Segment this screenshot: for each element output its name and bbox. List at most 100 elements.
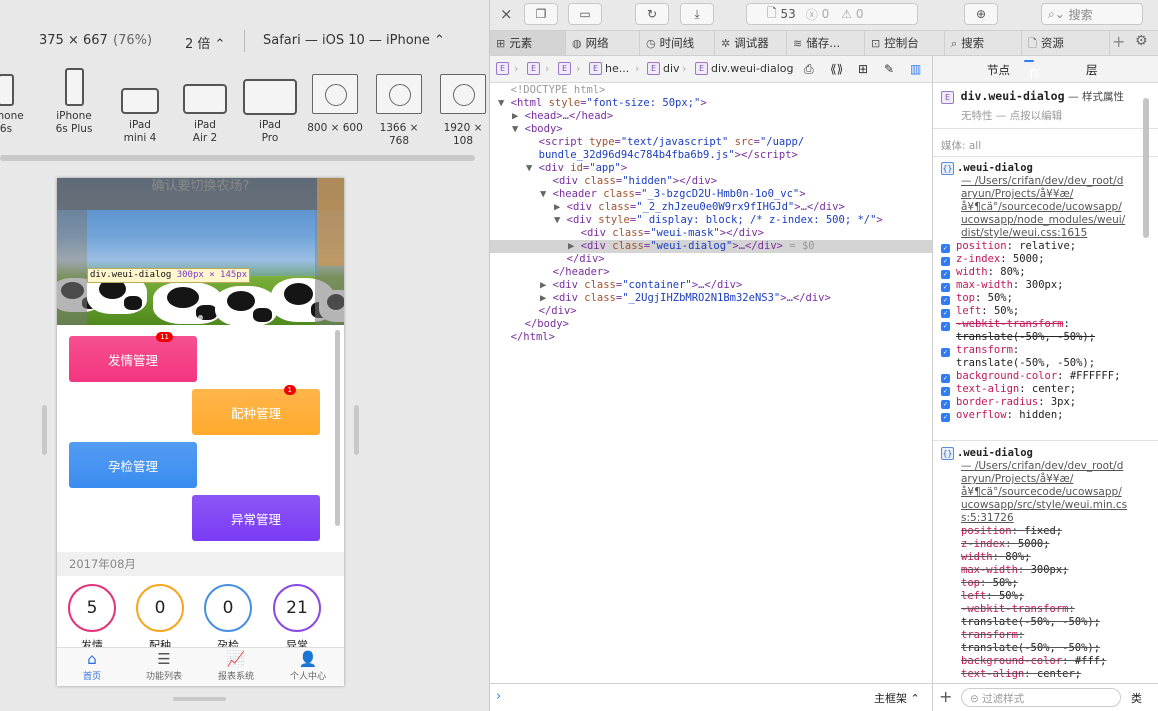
rule-source-link[interactable]: s:5:31726 [941,512,1127,525]
element-picker-button[interactable]: ⊕ [964,3,998,25]
dom-node[interactable]: ▶ <div class="_2_zhJzeu0e0W9rx9fIHGJd">…… [490,201,932,214]
style-property[interactable]: ✓ background-color: #FFFFFF; [941,370,1125,383]
search-field[interactable]: ⌕⌄ 搜索 [1041,3,1143,25]
grid-icon[interactable]: ⊞ [858,62,868,76]
checkbox-checked-icon[interactable]: ✓ [941,283,950,292]
rule-source-link[interactable]: — /Users/crifan/dev/dev_root/d [941,460,1127,473]
device-iphone-6s[interactable]: iPhone 6s [0,74,26,136]
disclosure-open-icon[interactable]: ▼ [526,162,539,174]
device-1366x768[interactable]: 1366 × 768 [370,74,428,148]
style-property[interactable]: transform: translate(-50%, -50%); [941,629,1127,655]
paintbrush-icon[interactable]: ✎ [884,62,894,76]
tab-debugger[interactable]: ✲ 调试器 [715,31,787,55]
style-property[interactable]: max-width: 300px; [941,564,1127,577]
dom-node-selected[interactable]: ▶ <div class="weui-dialog">…</div> = $0 [490,240,932,253]
carousel-dot[interactable] [189,315,194,320]
disclosure-open-icon[interactable]: ▼ [512,123,525,135]
device-ipad-pro[interactable]: iPad Pro [242,74,298,145]
dom-node[interactable]: </div> [490,253,932,266]
tab-search[interactable]: ⌕ 搜索 [945,31,1022,55]
dom-node[interactable]: ▼ <html style="font-size: 50px;"> [490,97,932,110]
stat-breeding[interactable]: 0 配种 [134,584,186,653]
carousel-dot[interactable] [180,315,185,320]
style-property[interactable]: ✓ overflow: hidden; [941,409,1125,422]
device-iphone-6s-plus[interactable]: iPhone 6s Plus [54,68,94,136]
checkbox-checked-icon[interactable]: ✓ [941,257,950,266]
device-ipad-mini-4[interactable]: iPad mini 4 [119,74,161,145]
tab-reports[interactable]: 📈 报表系统 [201,650,271,682]
weui-dialog-highlight[interactable] [87,210,317,276]
style-property[interactable]: left: 50%; [941,590,1127,603]
device-1920x1080[interactable]: 1920 × 108 [432,74,489,148]
checkbox-checked-icon[interactable]: ✓ [941,387,950,396]
breadcrumb-html[interactable]: E [527,62,543,75]
filter-styles-input[interactable]: ⊝ 过滤样式 [961,688,1121,707]
breadcrumb-root[interactable]: E [496,62,512,75]
gear-icon[interactable]: ⚙ [1135,33,1148,49]
disclosure-closed-icon[interactable]: ▶ [554,201,567,213]
reload-button[interactable]: ↻ [635,3,669,25]
breadcrumb-div[interactable]: Ediv [647,62,680,75]
tab-profile[interactable]: 👤 个人中心 [273,650,343,682]
class-toggle[interactable]: 类 [1131,690,1142,706]
checkbox-checked-icon[interactable]: ✓ [941,270,950,279]
download-button[interactable]: ⤓ [680,3,714,25]
sidebar-toggle-icon[interactable]: ▥ [910,62,921,76]
tab-resources[interactable]: 🗋 资源 [1022,31,1110,55]
device-800x600[interactable]: 800 × 600 [306,74,364,135]
add-rule-icon[interactable]: + [939,687,952,706]
disclosure-open-icon[interactable]: ▼ [498,97,511,109]
dom-node[interactable]: <div class="weui-mask"></div> [490,227,932,240]
device-ipad-air-2[interactable]: iPad Air 2 [182,74,228,145]
sidebar-scrollbar[interactable] [1143,98,1149,238]
disclosure-closed-icon[interactable]: ▶ [540,292,553,304]
tab-network[interactable]: ◍ 网络 [566,31,640,55]
tab-timeline[interactable]: ◷ 时间线 [640,31,715,55]
style-property[interactable]: text-align: center; [941,668,1127,681]
dom-tree[interactable]: <!DOCTYPE html> ▼ <html style="font-size:… [490,83,932,683]
tab-node[interactable]: 节点 [987,62,1010,78]
dom-node[interactable]: </html> [490,331,932,344]
checkbox-checked-icon[interactable]: ✓ [941,309,950,318]
style-property[interactable]: width: 80%; [941,551,1127,564]
dock-bottom-button[interactable]: ▭ [568,3,602,25]
style-property[interactable]: position: fixed; [941,525,1127,538]
style-property[interactable]: ✓ text-align: center; [941,383,1125,396]
checkbox-checked-icon[interactable]: ✓ [941,348,950,357]
abnormal-management-button[interactable]: 异常管理 [192,495,320,541]
print-icon[interactable]: ⎙ [804,62,814,77]
dom-node[interactable]: ▼ <body> [490,123,932,136]
rule-source-link[interactable]: aryun/Projects/å¥¥æ/ [941,473,1127,486]
breeding-management-button[interactable]: 配种管理 1 [192,385,320,435]
resize-handle-right[interactable] [354,405,359,455]
tab-storage[interactable]: ≋ 储存... [787,31,865,55]
rule-selector[interactable]: {} .weui-dialog [941,447,1127,460]
tab-styles[interactable]: 样式 ⌃ [1024,60,1041,97]
disclosure-closed-icon[interactable]: ▶ [568,240,581,252]
rule-source-link[interactable]: dist/style/weui.css:1615 [941,227,1125,240]
rule-source-link[interactable]: aryun/Projects/å¥¥æ/ [941,188,1125,201]
style-property[interactable]: -webkit-transform: translate(-50%, -50%); [941,603,1127,629]
activity-viewer[interactable]: 🗋 53 ⓧ 0 ⚠ 0 [746,3,918,25]
no-attributes-hint[interactable]: 无特性 — 点按以编辑 [961,108,1062,123]
braces-icon[interactable]: ⟪⟫ [830,62,843,76]
rule-source-link[interactable]: — /Users/crifan/dev/dev_root/d [941,175,1125,188]
dom-node[interactable]: <script type="text/javascript" src="/uap… [490,136,932,149]
checkbox-checked-icon[interactable]: ✓ [941,322,950,331]
dom-node[interactable]: <!DOCTYPE html> [490,84,932,97]
close-icon[interactable]: × [500,5,513,23]
resize-handle-left[interactable] [42,405,47,455]
estrus-management-button[interactable]: 发情管理 11 [69,332,197,382]
stat-pregnancy[interactable]: 0 孕检 [202,584,254,653]
breadcrumb-weui-dialog[interactable]: Ediv.weui-dialog [695,62,794,75]
checkbox-checked-icon[interactable]: ✓ [941,244,950,253]
browser-selector[interactable]: Safari — iOS 10 — iPhone ⌃ [263,33,445,48]
phone-scrollbar[interactable] [335,330,340,526]
dom-node[interactable]: ▼ <div style=" display: block; /* z-inde… [490,214,932,227]
checkbox-checked-icon[interactable]: ✓ [941,400,950,409]
rule-selector[interactable]: {} .weui-dialog [941,162,1125,175]
style-property[interactable]: top: 50%; [941,577,1127,590]
rule-source-link[interactable]: ucowsapp/src/style/weui.min.cs [941,499,1127,512]
disclosure-closed-icon[interactable]: ▶ [512,110,525,122]
tab-function-list[interactable]: ☰ 功能列表 [129,650,199,682]
